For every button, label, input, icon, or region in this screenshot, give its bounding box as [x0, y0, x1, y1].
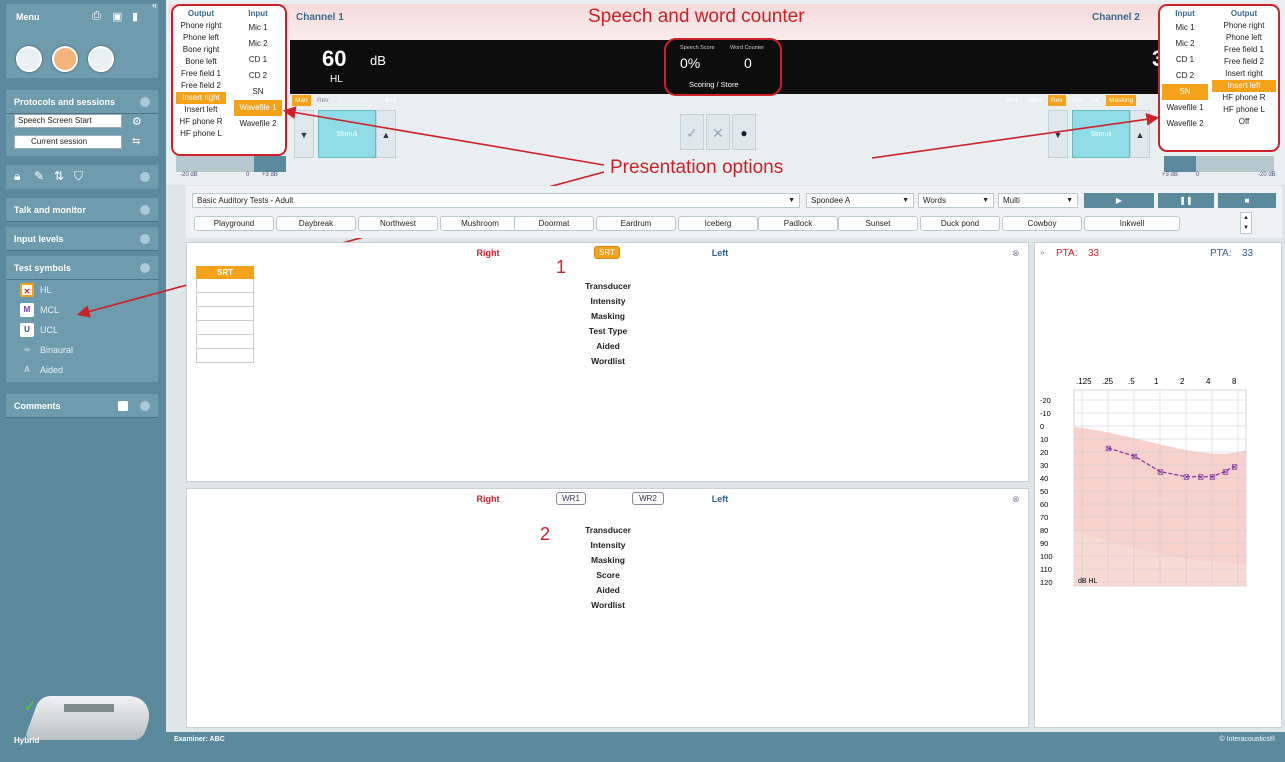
db-tick-label: 90 — [1040, 539, 1048, 548]
panel1-rows: Transducer Intensity Masking Test Type A… — [558, 279, 658, 369]
word-button[interactable]: Sunset — [838, 216, 918, 231]
db-tick-label: 110 — [1040, 565, 1052, 574]
db-tick-label: 120 — [1040, 578, 1053, 587]
frequency-tick-label: 2 — [1180, 377, 1185, 386]
row-label: Wordlist — [591, 356, 625, 366]
test-select[interactable]: Basic Auditory Tests - Adult ▼ — [192, 193, 800, 208]
srt-cell[interactable] — [196, 279, 254, 293]
panel1-right-label: Right — [476, 248, 500, 258]
panel2-number: 2 — [540, 524, 551, 544]
word-button[interactable]: Iceberg — [678, 216, 758, 231]
mcl-point: ⊠ — [1183, 473, 1190, 482]
mcl-point: ⊠ — [1222, 468, 1229, 477]
word-button[interactable]: Northwest — [358, 216, 438, 231]
db-tick-label: -10 — [1040, 409, 1051, 418]
word-scroll[interactable]: ▲ ▼ — [1240, 212, 1252, 234]
pta-left-label: PTA: — [1210, 248, 1232, 259]
stop-button[interactable]: ■ — [1218, 193, 1276, 208]
frequency-tick-label: .5 — [1128, 377, 1135, 386]
word-button[interactable]: Mushroom — [440, 216, 520, 231]
chevron-down-icon: ▼ — [982, 197, 989, 204]
word-button[interactable]: Padlock — [758, 216, 838, 231]
mcl-point: ⊠ — [1105, 444, 1112, 453]
srt-cell[interactable] — [196, 335, 254, 349]
expand-icon[interactable]: » — [1040, 248, 1044, 257]
row-label: Wordlist — [591, 600, 625, 610]
chevron-down-icon: ▼ — [788, 197, 795, 204]
db-hl-label: dB HL — [1078, 578, 1098, 585]
row-label: Intensity — [590, 296, 626, 306]
mcl-point: ⊠ — [1131, 452, 1138, 461]
frequency-tick-label: .25 — [1102, 377, 1114, 386]
play-button[interactable]: ▶ — [1084, 193, 1154, 208]
db-tick-label: 30 — [1040, 461, 1048, 470]
row-label: Aided — [596, 341, 620, 351]
status-bar: Examiner: ABC © Interacoustics® — [166, 732, 1285, 762]
mcl-point: ⊠ — [1197, 473, 1204, 482]
row-label: Aided — [596, 585, 620, 595]
db-tick-label: 70 — [1040, 513, 1048, 522]
panel2-rows: Transducer Intensity Masking Score Aided… — [558, 523, 658, 613]
wr2-badge[interactable]: WR2 — [632, 492, 664, 505]
audiogram-chart: .125.25.51248 kHz -20-100102030405060708… — [1040, 377, 1247, 587]
frequency-tick-label: 1 — [1154, 377, 1159, 386]
panel2-right-label: Right — [476, 494, 500, 504]
srt-cell[interactable] — [196, 293, 254, 307]
db-tick-label: 20 — [1040, 448, 1048, 457]
row-label: Masking — [590, 311, 625, 321]
srt-cell[interactable] — [196, 307, 254, 321]
row-label: Transducer — [585, 281, 631, 291]
wordlist-select[interactable]: Spondee A ▼ — [806, 193, 914, 208]
db-tick-label: -20 — [1040, 396, 1051, 405]
db-tick-label: 50 — [1040, 487, 1048, 496]
panel1-number: 1 — [556, 257, 567, 277]
db-tick-label: 60 — [1040, 500, 1048, 509]
word-button[interactable]: Duck pond — [920, 216, 1000, 231]
row-label: Intensity — [590, 540, 626, 550]
srt-cell[interactable] — [196, 321, 254, 335]
word-button[interactable]: Inkwell — [1084, 216, 1180, 231]
expand-icon[interactable]: ⊗ — [1012, 248, 1020, 259]
expand-icon[interactable]: ⊗ — [1012, 494, 1020, 505]
db-tick-label: 10 — [1040, 435, 1048, 444]
row-label: Transducer — [585, 525, 631, 535]
pta-right-label: PTA: — [1056, 248, 1078, 259]
word-button[interactable]: Daybreak — [276, 216, 356, 231]
chevron-down-icon: ▼ — [1066, 197, 1073, 204]
mcl-point: ⊠ — [1231, 462, 1238, 471]
wr1-badge[interactable]: WR1 — [556, 492, 586, 505]
pause-button[interactable]: ❚❚ — [1158, 193, 1214, 208]
frequency-tick-label: 8 — [1232, 377, 1237, 386]
panel2-left-label: Left — [711, 494, 729, 504]
pta-right-value: 33 — [1088, 248, 1100, 259]
chevron-down-icon: ▼ — [902, 197, 909, 204]
db-tick-label: 80 — [1040, 526, 1048, 535]
srt-cell[interactable] — [196, 349, 254, 363]
word-button[interactable]: Playground — [194, 216, 274, 231]
row-label: Score — [596, 570, 620, 580]
mcl-point: ⊠ — [1209, 473, 1216, 482]
word-button[interactable]: Eardrum — [596, 216, 676, 231]
type-select[interactable]: Words ▼ — [918, 193, 994, 208]
panel1-left-label: Left — [711, 248, 729, 258]
brand-label: © Interacoustics® — [1219, 736, 1275, 743]
db-tick-label: 40 — [1040, 474, 1048, 483]
mcl-point: ⊠ — [1157, 468, 1164, 477]
db-tick-label: 100 — [1040, 552, 1053, 561]
srt-table: SRT — [196, 266, 254, 366]
word-button[interactable]: Cowboy — [1002, 216, 1082, 231]
mode-select[interactable]: Multi ▼ — [998, 193, 1078, 208]
srt-badge[interactable]: SRT — [594, 246, 620, 259]
frequency-tick-label: 4 — [1206, 377, 1211, 386]
srt-table-header: SRT — [196, 266, 254, 279]
frequency-tick-label: .125 — [1076, 377, 1092, 386]
pta-left-value: 33 — [1242, 248, 1254, 259]
row-label: Test Type — [588, 326, 628, 336]
db-tick-label: 0 — [1040, 422, 1044, 431]
row-label: Masking — [590, 555, 625, 565]
examiner-label: Examiner: ABC — [174, 736, 225, 743]
word-button[interactable]: Doormat — [514, 216, 594, 231]
